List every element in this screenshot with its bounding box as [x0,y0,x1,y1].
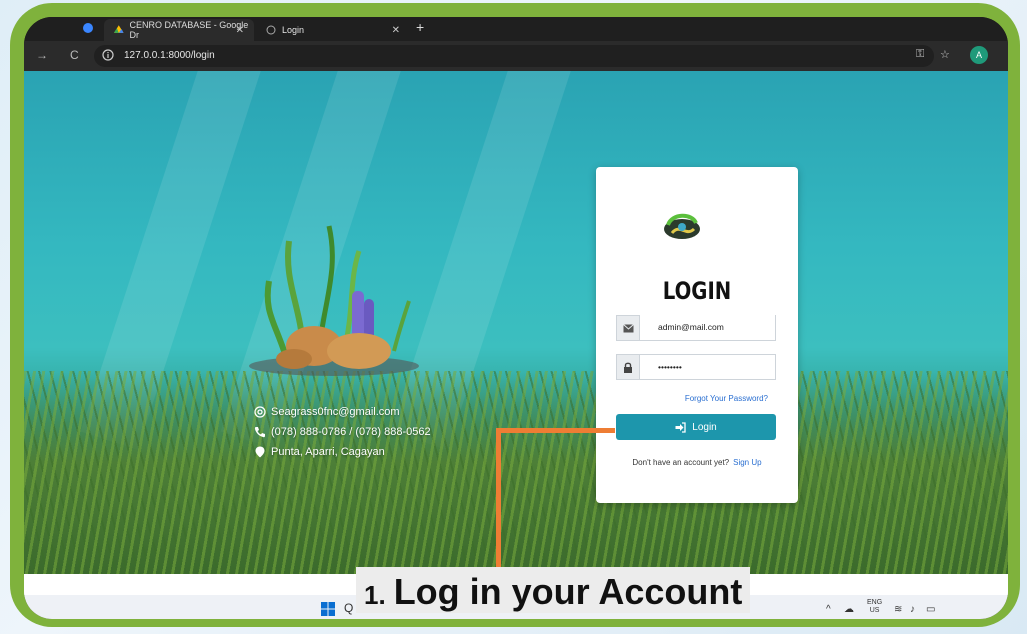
close-tab-icon[interactable]: ✕ [392,25,400,36]
taskbar-search[interactable]: Q [344,601,353,615]
site-info-icon[interactable] [102,49,114,61]
contact-phone-text: (078) 888-0786 / (078) 888-0562 [271,426,431,438]
forgot-password-link[interactable]: Forgot Your Password? [596,394,768,403]
step-caption: 1. Log in your Account [356,567,751,613]
login-title: LOGIN [662,277,732,305]
seagrass-illustration [249,225,419,376]
cloud-icon[interactable]: ☁ [844,604,854,615]
url-field[interactable]: 127.0.0.1:8000/login [94,45,934,67]
forward-icon[interactable]: → [36,48,48,62]
envelope-icon [616,315,640,341]
pointer-line-vertical [496,428,501,571]
language-bottom: US [869,607,880,614]
login-page: Seagrass0fnc@gmail.com (078) 888-0786 / … [24,71,1008,574]
map-pin-icon [255,446,265,458]
windows-start-icon[interactable] [321,602,335,616]
language-top: ENG [867,599,883,606]
phone-icon [254,427,265,438]
chevron-up-icon[interactable]: ^ [826,604,831,615]
contact-phone: (078) 888-0786 / (078) 888-0562 [254,426,431,438]
step-text: Log in your Account [393,571,743,612]
step-number: 1. [364,580,386,610]
close-tab-icon[interactable]: ✕ [236,25,244,36]
globe-icon [266,25,276,35]
profile-avatar[interactable]: A [970,46,988,64]
language-indicator[interactable]: ENG US [867,599,882,615]
email-input[interactable]: admin@mail.com [640,315,776,341]
google-drive-icon [114,25,124,33]
lock-icon [616,354,640,380]
tab-bar: CENRO DATABASE - Google Dr ✕ Login ✕ + [24,17,1008,41]
tab-title: Login [282,25,305,35]
key-icon[interactable]: ⚿ [916,48,924,61]
login-button-label: Login [692,421,717,433]
reload-icon[interactable]: C [70,48,79,62]
contact-email: Seagrass0fnc@gmail.com [254,406,400,418]
contact-location-text: Punta, Aparri, Cagayan [271,446,385,458]
signup-link[interactable]: Sign Up [733,458,761,467]
seagrass-logo [664,213,700,239]
address-bar: → C 127.0.0.1:8000/login ⚿ ☆ A [24,41,1008,71]
screenshot-area: CENRO DATABASE - Google Dr ✕ Login ✕ + →… [24,17,1008,619]
wifi-icon[interactable]: ≋ [894,604,902,615]
star-icon[interactable]: ☆ [940,48,950,61]
contact-email-text: Seagrass0fnc@gmail.com [271,406,400,418]
url-text: 127.0.0.1:8000/login [124,50,215,61]
login-card: LOGIN admin@mail.com •••••••• Forgot You… [596,167,798,503]
pointer-line-horizontal [498,428,615,433]
browser-menu-icon[interactable] [82,22,94,34]
signup-row: Don't have an account yet? Sign Up [596,458,798,467]
volume-icon[interactable]: ♪ [910,604,915,615]
email-field-group: admin@mail.com [616,315,776,341]
at-icon [254,406,266,418]
no-account-text: Don't have an account yet? [632,458,730,467]
contact-location: Punta, Aparri, Cagayan [254,446,385,458]
tab-login[interactable]: Login ✕ [260,19,410,41]
battery-icon[interactable]: ▭ [926,604,935,615]
seagrass-background [24,371,1008,574]
plus-icon[interactable]: + [416,19,424,35]
sign-in-icon [675,421,686,433]
password-input[interactable]: •••••••• [640,354,776,380]
login-button[interactable]: Login [616,414,776,440]
tab-cenro-database[interactable]: CENRO DATABASE - Google Dr ✕ [104,19,254,41]
password-field-group: •••••••• [616,354,776,380]
